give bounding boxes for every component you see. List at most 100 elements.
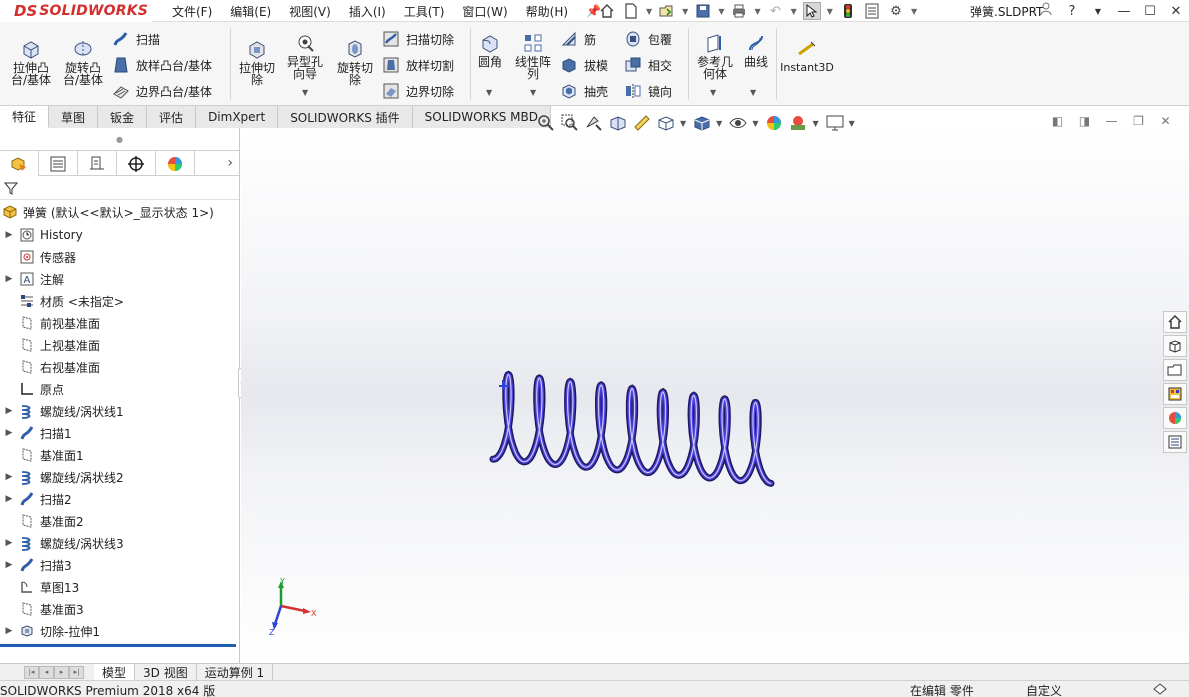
home-icon[interactable] xyxy=(598,2,616,20)
previous-view-icon[interactable] xyxy=(584,113,604,133)
panel-collapse-handle[interactable]: ● xyxy=(0,128,239,150)
tab-model[interactable]: 模型 xyxy=(94,663,136,681)
chevron-down-icon[interactable]: ▼ xyxy=(718,7,724,16)
tab-motion-study[interactable]: 运动算例 1 xyxy=(197,663,274,681)
expand-arrow-icon[interactable]: ▶ xyxy=(0,494,18,504)
tree-item[interactable]: 草图13 xyxy=(0,576,239,598)
tree-item[interactable]: 材质 <未指定> xyxy=(0,290,239,312)
menu-window[interactable]: 窗口(W) xyxy=(462,3,507,20)
tree-item[interactable]: 右视基准面 xyxy=(0,356,239,378)
tab-sketch[interactable]: 草图 xyxy=(49,106,99,128)
chevron-down-icon[interactable]: ▼ xyxy=(646,7,652,16)
configuration-manager-tab[interactable] xyxy=(78,151,117,176)
user-icon[interactable] xyxy=(1033,2,1059,20)
tab-features[interactable]: 特征 xyxy=(0,106,50,128)
zoom-to-fit-icon[interactable] xyxy=(536,113,556,133)
menu-help[interactable]: 帮助(H) xyxy=(526,3,568,20)
chevron-down-icon[interactable]: ▼ xyxy=(791,7,797,16)
options-gear-icon[interactable]: ⚙ xyxy=(887,2,905,20)
tree-item[interactable]: 上视基准面 xyxy=(0,334,239,356)
chevron-down-icon[interactable]: ▼ xyxy=(710,88,716,97)
edit-appearance-icon[interactable] xyxy=(764,113,784,133)
boundary-cut-button[interactable]: 边界切除 xyxy=(382,82,454,100)
draft-button[interactable]: 拔模 xyxy=(560,56,608,74)
tree-item[interactable]: 传感器 xyxy=(0,246,239,268)
tree-item[interactable]: ▶ 扫描3 xyxy=(0,554,239,576)
tab-sheet-metal[interactable]: 钣金 xyxy=(98,106,148,128)
curves-button[interactable]: 曲线 xyxy=(740,32,772,68)
chevron-down-icon[interactable]: ▼ xyxy=(530,88,536,97)
boundary-boss-button[interactable]: 边界凸台/基体 xyxy=(112,82,212,100)
menu-insert[interactable]: 插入(I) xyxy=(349,3,386,20)
dimxpert-manager-tab[interactable] xyxy=(117,151,156,176)
task-pane-home-icon[interactable] xyxy=(1163,311,1187,333)
viewport-minimize-icon[interactable]: — xyxy=(1098,114,1125,128)
tree-root-part[interactable]: 弹簧 (默认<<默认>_显示状态 1>) xyxy=(0,200,239,224)
solidworks-logo[interactable]: DS SOLIDWORKS xyxy=(0,0,152,22)
revolve-cut-button[interactable]: 旋转切 除 xyxy=(332,38,378,86)
tab-evaluate[interactable]: 评估 xyxy=(147,106,197,128)
section-view-icon[interactable] xyxy=(608,113,628,133)
prev-tab-arrow-icon[interactable]: ◂ xyxy=(39,665,54,679)
help-icon[interactable]: ? xyxy=(1059,4,1085,19)
file-properties-icon[interactable] xyxy=(863,2,881,20)
view-orientation-icon[interactable] xyxy=(656,113,676,133)
tree-item[interactable]: ▶ History xyxy=(0,224,239,246)
tab-mbd[interactable]: SOLIDWORKS MBD xyxy=(412,106,551,128)
tree-item[interactable]: 原点 xyxy=(0,378,239,400)
view-settings-icon[interactable] xyxy=(825,113,845,133)
apply-scene-icon[interactable] xyxy=(788,113,808,133)
file-explorer-icon[interactable] xyxy=(1163,359,1187,381)
chevron-down-icon[interactable]: ▼ xyxy=(754,7,760,16)
view-palette-icon[interactable] xyxy=(1163,383,1187,405)
expand-arrow-icon[interactable]: ▶ xyxy=(0,560,18,570)
tab-dimxpert[interactable]: DimXpert xyxy=(196,106,279,128)
custom-properties-icon[interactable] xyxy=(1163,431,1187,453)
first-tab-arrow-icon[interactable]: |◂ xyxy=(24,665,39,679)
expand-arrow-icon[interactable]: ▶ xyxy=(0,230,18,240)
sweep-cut-button[interactable]: 扫描切除 xyxy=(382,30,454,48)
undo-icon[interactable]: ↶ xyxy=(767,2,785,20)
tree-item[interactable]: ▶ 扫描2 xyxy=(0,488,239,510)
intersect-button[interactable]: 相交 xyxy=(624,56,672,74)
tree-item[interactable]: ▶ A 注解 xyxy=(0,268,239,290)
tree-filter[interactable] xyxy=(0,176,239,200)
expand-arrow-icon[interactable]: ▶ xyxy=(0,274,18,284)
loft-cut-button[interactable]: 放样切割 xyxy=(382,56,454,74)
next-tab-arrow-icon[interactable]: ▸ xyxy=(54,665,69,679)
expand-arrow-icon[interactable]: ▶ xyxy=(0,406,18,416)
chevron-down-icon[interactable]: ▼ xyxy=(827,7,833,16)
display-manager-tab[interactable] xyxy=(156,151,195,176)
extrude-cut-button[interactable]: 拉伸切 除 xyxy=(234,38,280,86)
linear-pattern-button[interactable]: 线性阵 列 xyxy=(510,32,556,80)
revolve-boss-button[interactable]: 旋转凸 台/基体 xyxy=(60,38,106,86)
chevron-down-icon[interactable]: ▼ xyxy=(752,119,758,128)
select-pointer-icon[interactable] xyxy=(802,2,821,20)
graphics-viewport[interactable]: Y X Z xyxy=(241,128,1189,663)
open-icon[interactable] xyxy=(658,2,676,20)
chevron-down-icon[interactable]: ▼ xyxy=(911,7,917,16)
shell-button[interactable]: 抽壳 xyxy=(560,82,608,100)
close-icon[interactable]: ✕ xyxy=(1163,4,1189,19)
expand-arrow-icon[interactable]: ▶ xyxy=(0,626,18,636)
chevron-down-icon[interactable]: ▼ xyxy=(716,119,722,128)
chevron-down-icon[interactable]: ▼ xyxy=(680,119,686,128)
loft-boss-button[interactable]: 放样凸台/基体 xyxy=(112,56,212,74)
fillet-button[interactable]: 圆角 xyxy=(474,32,506,68)
tab-addins[interactable]: SOLIDWORKS 插件 xyxy=(278,106,413,128)
chevron-down-icon[interactable]: ▼ xyxy=(682,7,688,16)
dynamic-annotation-view-icon[interactable] xyxy=(632,113,652,133)
tree-item[interactable]: 基准面3 xyxy=(0,598,239,620)
rib-button[interactable]: 筋 xyxy=(560,30,596,48)
viewport-restore-icon[interactable]: ❐ xyxy=(1125,114,1152,128)
appearances-icon[interactable] xyxy=(1163,407,1187,429)
minimize-icon[interactable]: — xyxy=(1111,4,1137,19)
chevron-down-icon[interactable]: ▼ xyxy=(1085,7,1111,16)
tree-item[interactable]: ▶ 螺旋线/涡状线2 xyxy=(0,466,239,488)
menu-view[interactable]: 视图(V) xyxy=(289,3,331,20)
menu-tools[interactable]: 工具(T) xyxy=(404,3,445,20)
tree-item[interactable]: 基准面1 xyxy=(0,444,239,466)
unit-system-status[interactable]: 自定义 xyxy=(1026,682,1062,697)
sweep-button[interactable]: 扫描 xyxy=(112,30,160,48)
menu-edit[interactable]: 编辑(E) xyxy=(230,3,271,20)
